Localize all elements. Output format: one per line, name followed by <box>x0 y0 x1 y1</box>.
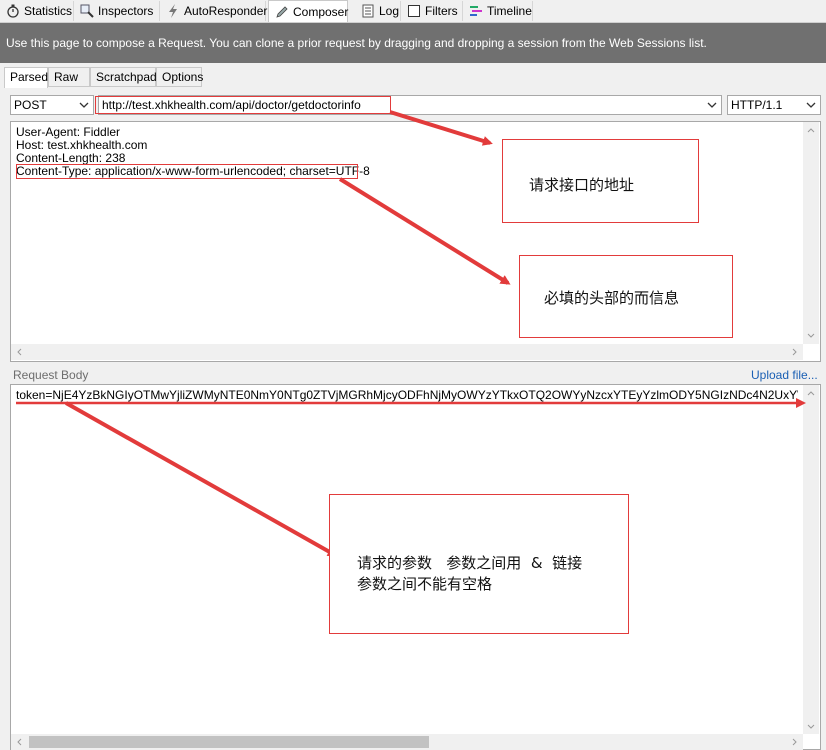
body-arrow <box>65 401 338 557</box>
url-arrow <box>389 110 493 146</box>
body-note-text-line2: 参数之间不能有空格 <box>357 575 493 593</box>
url-note-text: 请求接口的地址 <box>529 176 635 194</box>
header-note-box: 必填的头部的而信息 <box>519 255 733 338</box>
annotation-arrows <box>16 110 806 557</box>
body-note-text-line1: 请求的参数 参数之间用 & 链接 <box>357 554 583 572</box>
body-note-box: 请求的参数 参数之间用 & 链接 参数之间不能有空格 <box>329 494 629 634</box>
header-arrow <box>338 177 511 285</box>
header-note-text: 必填的头部的而信息 <box>544 289 680 307</box>
url-note-box: 请求接口的地址 <box>502 139 699 223</box>
